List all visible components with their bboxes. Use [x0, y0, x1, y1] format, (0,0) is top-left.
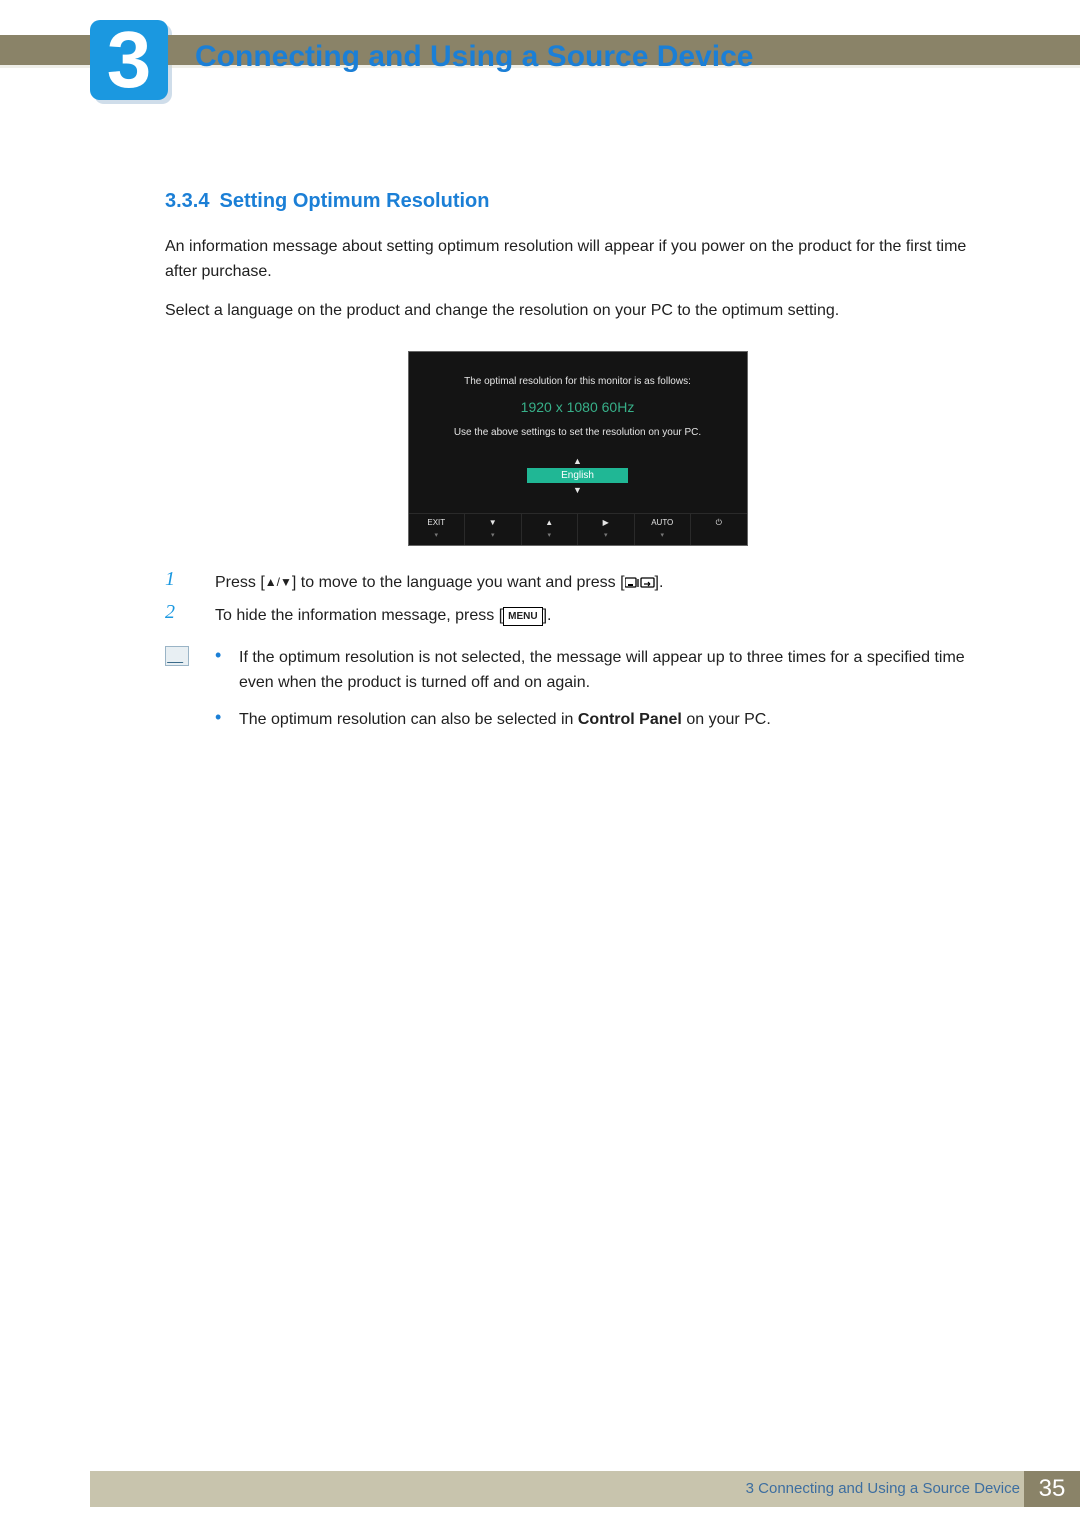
- note-2-a: The optimum resolution can also be selec…: [239, 711, 578, 728]
- step-number: 2: [165, 601, 215, 628]
- step-text: To hide the information message, press […: [215, 601, 990, 628]
- bullet-icon: •: [215, 646, 239, 696]
- source-enter-icon: [625, 573, 655, 591]
- osd-message-1: The optimal resolution for this monitor …: [419, 376, 737, 387]
- step-2-post: ].: [543, 607, 552, 624]
- osd-btn-down: ▼ ▾: [465, 514, 522, 545]
- up-arrow-icon: ▲: [522, 518, 578, 528]
- triangle-up-icon: ▲: [409, 456, 747, 466]
- note-text: The optimum resolution can also be selec…: [239, 708, 990, 733]
- page-content: 3.3.4 Setting Optimum Resolution An infor…: [165, 190, 990, 745]
- note-icon: [165, 646, 189, 666]
- note-2-b: on your PC.: [682, 711, 771, 728]
- osd-button-row: EXIT ▾ ▼ ▾ ▲ ▾ ▶ ▾ AUTO ▾: [409, 513, 747, 545]
- osd-resolution: 1920 x 1080 60Hz: [409, 399, 747, 415]
- menu-button-icon: MENU: [503, 607, 542, 626]
- down-caret-icon: ▾: [409, 531, 465, 539]
- down-caret-icon: ▾: [635, 531, 691, 539]
- section-number: 3.3.4: [165, 190, 209, 212]
- step-1: 1 Press [▲/▼] to move to the language yo…: [165, 568, 990, 595]
- osd-language-value: English: [527, 468, 628, 483]
- step-2: 2 To hide the information message, press…: [165, 601, 990, 628]
- chapter-title: Connecting and Using a Source Device: [195, 40, 753, 74]
- power-icon: ⏻: [691, 518, 747, 528]
- bullet-icon: •: [215, 708, 239, 733]
- down-caret-icon: [691, 531, 747, 538]
- steps-list: 1 Press [▲/▼] to move to the language yo…: [165, 568, 990, 628]
- down-caret-icon: ▾: [522, 531, 578, 539]
- note-item: • The optimum resolution can also be sel…: [215, 708, 990, 733]
- note-text: If the optimum resolution is not selecte…: [239, 646, 990, 696]
- note-icon-col: [165, 646, 215, 744]
- osd-btn-exit-label: EXIT: [409, 518, 465, 528]
- down-caret-icon: ▾: [465, 531, 521, 539]
- chapter-badge: 3: [90, 20, 168, 100]
- section-heading: 3.3.4 Setting Optimum Resolution: [165, 190, 990, 213]
- step-2-pre: To hide the information message, press [: [215, 607, 503, 624]
- section-title: Setting Optimum Resolution: [219, 190, 489, 212]
- footer-band: 3 Connecting and Using a Source Device 3…: [90, 1471, 1080, 1507]
- down-arrow-icon: ▼: [465, 518, 521, 528]
- osd-btn-right: ▶ ▾: [578, 514, 635, 545]
- step-text: Press [▲/▼] to move to the language you …: [215, 568, 990, 595]
- osd-btn-power: ⏻: [691, 514, 747, 545]
- intro-paragraph-2: Select a language on the product and cha…: [165, 299, 990, 324]
- note-item: • If the optimum resolution is not selec…: [215, 646, 990, 696]
- osd-btn-up: ▲ ▾: [522, 514, 579, 545]
- osd-message-2: Use the above settings to set the resolu…: [419, 427, 737, 438]
- note-2-bold: Control Panel: [578, 711, 682, 728]
- triangle-down-icon: ▼: [409, 485, 747, 495]
- page-number-badge: 35: [1024, 1471, 1080, 1507]
- osd-panel: The optimal resolution for this monitor …: [408, 351, 748, 546]
- osd-btn-exit: EXIT ▾: [409, 514, 466, 545]
- step-1-pre: Press [: [215, 574, 265, 591]
- note-list: • If the optimum resolution is not selec…: [215, 646, 990, 744]
- osd-btn-auto-label: AUTO: [635, 518, 691, 528]
- note-block: • If the optimum resolution is not selec…: [165, 646, 990, 744]
- osd-btn-auto: AUTO ▾: [635, 514, 692, 545]
- osd-screenshot-wrap: The optimal resolution for this monitor …: [165, 351, 990, 546]
- footer-chapter-text: 3 Connecting and Using a Source Device: [746, 1471, 1020, 1507]
- up-down-arrow-icon: ▲/▼: [265, 573, 292, 591]
- down-caret-icon: ▾: [578, 531, 634, 539]
- step-number: 1: [165, 568, 215, 595]
- step-1-mid: ] to move to the language you want and p…: [292, 574, 625, 591]
- osd-language-selector: ▲ English ▼: [409, 456, 747, 495]
- right-arrow-icon: ▶: [578, 518, 634, 528]
- step-1-post: ].: [655, 574, 664, 591]
- intro-paragraph-1: An information message about setting opt…: [165, 235, 990, 285]
